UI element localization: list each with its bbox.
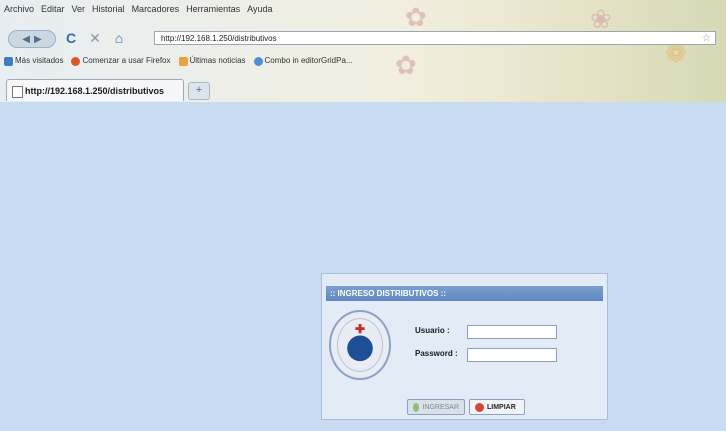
- menu-herramientas[interactable]: Herramientas: [186, 4, 240, 20]
- reload-icon[interactable]: C: [62, 29, 80, 47]
- stop-icon[interactable]: ✕: [86, 29, 104, 47]
- university-seal-logo: ✚: [329, 310, 391, 380]
- menu-archivo[interactable]: Archivo: [4, 4, 34, 20]
- cross-icon: ✚: [355, 322, 366, 336]
- navigation-bar: ◀ ▶ C ✕ ⌂ http://192.168.1.250/distribut…: [4, 26, 724, 50]
- page-icon: [12, 86, 23, 98]
- firefox-icon: [71, 56, 81, 66]
- bookmark-ultimas-noticias[interactable]: Últimas noticias: [178, 56, 246, 66]
- user-input[interactable]: [467, 325, 557, 339]
- new-tab-button[interactable]: +: [188, 82, 210, 100]
- menu-historial[interactable]: Historial: [92, 4, 125, 20]
- star-icon[interactable]: ☆: [702, 32, 711, 46]
- check-icon: [413, 402, 420, 412]
- bookmark-combo[interactable]: Combo in editorGridPa...: [253, 56, 353, 66]
- tab-title: http://192.168.1.250/distributivos: [25, 86, 165, 96]
- tab-strip: http://192.168.1.250/distributivos +: [0, 76, 726, 102]
- globe-icon: [253, 56, 263, 66]
- back-icon[interactable]: ◀: [22, 34, 30, 45]
- password-input[interactable]: [467, 348, 557, 362]
- address-bar[interactable]: http://192.168.1.250/distributivos ☆: [154, 31, 716, 45]
- rss-icon: [178, 56, 188, 66]
- tab-distributivos[interactable]: http://192.168.1.250/distributivos: [6, 79, 184, 101]
- limpiar-button[interactable]: LIMPIAR: [469, 399, 525, 415]
- login-title: :: INGRESO DISTRIBUTIVOS ::: [326, 286, 603, 301]
- menu-marcadores[interactable]: Marcadores: [132, 4, 180, 20]
- address-url: http://192.168.1.250/distributivos: [161, 34, 277, 43]
- bookmarks-toolbar: Más visitados Comenzar a usar Firefox Úl…: [4, 54, 353, 68]
- menu-editar[interactable]: Editar: [41, 4, 65, 20]
- password-label: Password :: [415, 349, 458, 358]
- bookmark-folder-icon: [4, 56, 13, 66]
- browser-chrome: ✿ ❀ ✿ ❁ Archivo Editar Ver Historial Mar…: [0, 0, 726, 102]
- back-forward-buttons[interactable]: ◀ ▶: [8, 30, 56, 48]
- menu-ayuda[interactable]: Ayuda: [247, 4, 272, 20]
- user-label: Usuario :: [415, 326, 450, 335]
- ingresar-button[interactable]: INGRESAR: [407, 399, 465, 415]
- forward-icon[interactable]: ▶: [34, 34, 42, 45]
- bookmark-comenzar[interactable]: Comenzar a usar Firefox: [71, 56, 171, 66]
- login-panel: :: INGRESO DISTRIBUTIVOS :: ✚ Usuario : …: [321, 273, 608, 420]
- home-icon[interactable]: ⌂: [110, 29, 128, 47]
- menu-ver[interactable]: Ver: [72, 4, 86, 20]
- clear-icon: [475, 402, 484, 412]
- menu-bar: Archivo Editar Ver Historial Marcadores …: [4, 4, 272, 20]
- bookmark-mas-visitados[interactable]: Más visitados: [4, 56, 63, 66]
